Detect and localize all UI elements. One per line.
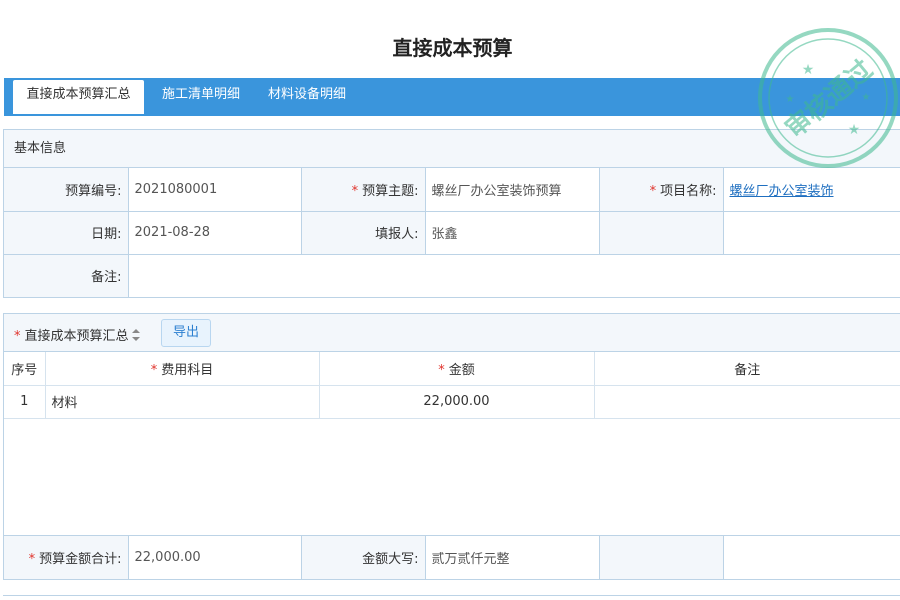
sort-icon[interactable] (131, 329, 140, 341)
uppercase-value: 贰万贰仟元整 (425, 535, 600, 579)
date-label: 日期: (4, 211, 129, 255)
empty-label-cell (599, 535, 724, 579)
budget-no-value: 2021080001 (128, 168, 302, 212)
subject-value: 螺丝厂办公室装饰预算 (425, 168, 600, 212)
basic-info-panel: 基本信息 预算编号: 2021080001 * 预算主题: 螺丝厂办公室装饰预算 … (3, 129, 900, 298)
info-row-3: 备注: (4, 254, 900, 297)
summary-grid: 序号 * 费用科目 * 金额 备注 1 材料 22,000.00 (4, 352, 900, 419)
reporter-label: 填报人: (301, 211, 426, 255)
empty-label-cell (599, 211, 724, 255)
export-button[interactable]: 导出 (161, 319, 211, 347)
remark-value (128, 254, 900, 297)
total-label: * 预算金额合计: (4, 535, 129, 579)
required-marker: * (351, 183, 359, 199)
basic-info-header: 基本信息 (4, 130, 900, 168)
summary-title[interactable]: * 直接成本预算汇总 (14, 325, 140, 344)
svg-text:★: ★ (802, 62, 815, 78)
reporter-value: 张鑫 (425, 211, 600, 255)
total-row: * 预算金额合计: 22,000.00 金额大写: 贰万贰仟元整 (4, 535, 900, 579)
basic-info-table: 预算编号: 2021080001 * 预算主题: 螺丝厂办公室装饰预算 * 项目名称… (4, 168, 900, 297)
summary-panel: * 直接成本预算汇总 导出 序号 * 费用科目 * 金额 备注 1 材料 22,000… (3, 313, 900, 580)
date-value: 2021-08-28 (128, 211, 302, 255)
total-value: 22,000.00 (128, 535, 302, 579)
required-marker: * (649, 183, 657, 199)
project-value: 螺丝厂办公室装饰 (723, 168, 900, 212)
info-row-2: 日期: 2021-08-28 填报人: 张鑫 (4, 211, 900, 255)
col-index-header: 序号 (4, 352, 46, 386)
project-label: * 项目名称: (599, 168, 724, 212)
required-marker: * (438, 362, 445, 378)
uppercase-label: 金额大写: (301, 535, 426, 579)
subject-label: * 预算主题: (301, 168, 426, 212)
empty-value-cell (723, 211, 900, 255)
next-panel-edge (3, 595, 900, 600)
col-remark-header: 备注 (594, 352, 900, 386)
tab-material-equipment[interactable]: 材料设备明细 (257, 78, 357, 116)
summary-header: * 直接成本预算汇总 导出 (4, 314, 900, 352)
required-marker: * (28, 551, 36, 567)
row-index: 1 (4, 385, 46, 419)
page-title: 直接成本预算 (392, 36, 513, 60)
project-link[interactable]: 螺丝厂办公室装饰 (730, 184, 834, 199)
budget-no-label: 预算编号: (4, 168, 129, 212)
row-amount[interactable]: 22,000.00 (319, 385, 595, 419)
grid-empty-area (4, 419, 900, 536)
remark-label: 备注: (4, 254, 129, 297)
info-row-1: 预算编号: 2021080001 * 预算主题: 螺丝厂办公室装饰预算 * 项目名称… (4, 168, 900, 212)
grid-header-row: 序号 * 费用科目 * 金额 备注 (4, 352, 900, 386)
empty-value-cell (723, 536, 900, 579)
row-subject[interactable]: 材料 (45, 385, 320, 419)
table-row[interactable]: 1 材料 22,000.00 (4, 385, 900, 419)
summary-total-table: * 预算金额合计: 22,000.00 金额大写: 贰万贰仟元整 (4, 535, 900, 579)
col-amount-header: * 金额 (319, 352, 595, 386)
required-marker: * (14, 329, 21, 344)
row-remark[interactable] (594, 385, 900, 419)
tab-construction-list[interactable]: 施工清单明细 (151, 78, 251, 116)
required-marker: * (150, 362, 158, 378)
tab-direct-cost-summary[interactable]: 直接成本预算汇总 (13, 80, 144, 114)
tab-bar: 直接成本预算汇总 施工清单明细 材料设备明细 (4, 78, 900, 116)
col-subject-header: * 费用科目 (45, 352, 320, 386)
